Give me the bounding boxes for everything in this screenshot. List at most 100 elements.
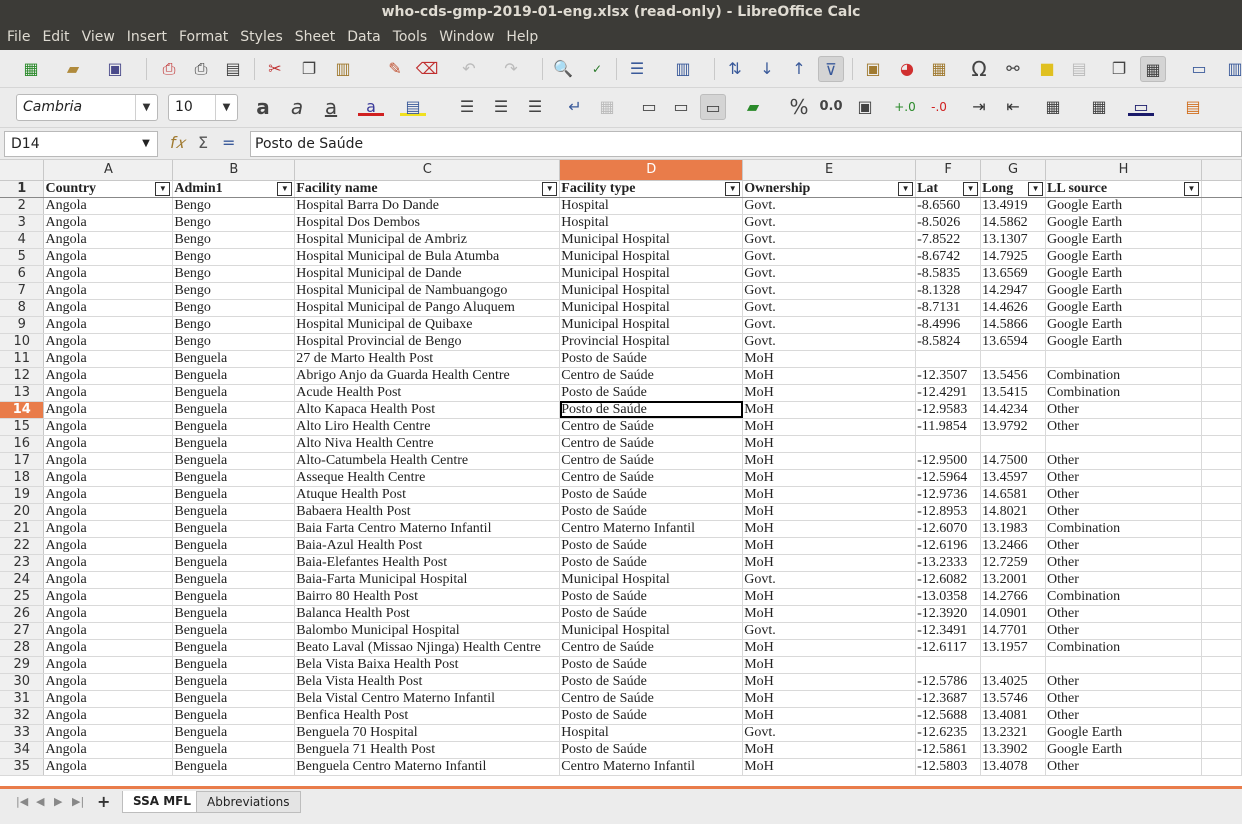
border-color-icon[interactable]: ▭ xyxy=(1128,94,1154,116)
decrease-indent-icon[interactable]: ⇤ xyxy=(1000,94,1026,120)
table-cell[interactable]: Benguela xyxy=(172,622,296,640)
table-cell[interactable]: Other xyxy=(1045,452,1202,470)
table-cell[interactable]: Angola xyxy=(43,248,174,266)
empty-cell[interactable] xyxy=(1201,690,1242,708)
table-cell[interactable]: -8.6560 xyxy=(915,197,982,215)
table-cell[interactable]: Benguela xyxy=(172,656,296,674)
table-cell[interactable]: -12.3491 xyxy=(915,622,982,640)
font-name-combo[interactable]: Cambria ▼ xyxy=(16,94,158,121)
header-cell[interactable]: Ownership ▼ xyxy=(742,180,917,198)
empty-cell[interactable] xyxy=(1201,214,1242,232)
table-cell[interactable]: Baia-Farta Municipal Hospital xyxy=(294,571,561,589)
align-right-icon[interactable]: ☰ xyxy=(522,94,548,120)
table-cell[interactable]: Benguela xyxy=(172,520,296,538)
menu-sheet[interactable]: Sheet xyxy=(288,24,340,45)
table-cell[interactable]: Centro de Saúde xyxy=(559,469,744,487)
table-cell[interactable]: Hospital xyxy=(559,197,744,215)
table-cell[interactable]: Google Earth xyxy=(1045,299,1202,317)
clear-formatting-icon[interactable]: ⌫ xyxy=(414,56,440,82)
table-cell[interactable]: Posto de Saúde xyxy=(559,486,744,504)
table-cell[interactable]: -12.9736 xyxy=(915,486,982,504)
table-cell[interactable]: -12.5964 xyxy=(915,469,982,487)
row-header[interactable]: 2 xyxy=(0,197,45,215)
table-cell[interactable]: Baia-Elefantes Health Post xyxy=(294,554,561,572)
table-cell[interactable]: -7.8522 xyxy=(915,231,982,249)
empty-cell[interactable] xyxy=(1201,571,1242,589)
row-header[interactable]: 31 xyxy=(0,690,45,708)
table-cell[interactable]: -11.9854 xyxy=(915,418,982,436)
table-cell[interactable]: Bengo xyxy=(172,214,296,232)
table-cell[interactable]: Govt. xyxy=(742,231,917,249)
table-cell[interactable]: 14.2947 xyxy=(980,282,1047,300)
delete-decimal-icon[interactable]: -.0 xyxy=(926,94,952,120)
table-cell[interactable]: Govt. xyxy=(742,622,917,640)
menu-view[interactable]: View xyxy=(75,24,120,45)
table-cell[interactable]: Other xyxy=(1045,690,1202,708)
empty-cell[interactable] xyxy=(1201,520,1242,538)
undo-icon[interactable]: ↶ xyxy=(456,56,482,82)
table-cell[interactable]: Govt. xyxy=(742,265,917,283)
open-folder-icon[interactable]: ▰ xyxy=(60,56,86,82)
table-cell[interactable]: Angola xyxy=(43,520,174,538)
table-cell[interactable]: 13.4078 xyxy=(980,758,1047,776)
bold-icon[interactable]: a xyxy=(250,94,276,120)
table-cell[interactable]: MoH xyxy=(742,673,917,691)
empty-cell[interactable] xyxy=(1201,639,1242,657)
table-cell[interactable]: 13.1307 xyxy=(980,231,1047,249)
table-cell[interactable]: Atuque Health Post xyxy=(294,486,561,504)
empty-cell[interactable] xyxy=(1201,622,1242,640)
clone-formatting-icon[interactable]: ✎ xyxy=(382,56,408,82)
table-cell[interactable]: Angola xyxy=(43,741,174,759)
table-cell[interactable]: 13.6569 xyxy=(980,265,1047,283)
table-cell[interactable]: Municipal Hospital xyxy=(559,231,744,249)
table-cell[interactable]: MoH xyxy=(742,537,917,555)
empty-cell[interactable] xyxy=(1201,469,1242,487)
empty-cell[interactable] xyxy=(1201,707,1242,725)
row-header[interactable]: 22 xyxy=(0,537,45,555)
table-cell[interactable]: Posto de Saúde xyxy=(559,673,744,691)
export-pdf-icon[interactable]: ⎙ xyxy=(156,56,182,82)
table-cell[interactable]: 14.4234 xyxy=(980,401,1047,419)
table-cell[interactable]: Bela Vista Baixa Health Post xyxy=(294,656,561,674)
empty-cell[interactable] xyxy=(1201,741,1242,759)
header-cell[interactable]: Admin1 ▼ xyxy=(172,180,296,198)
cut-icon[interactable]: ✂ xyxy=(262,56,288,82)
column-header[interactable]: H xyxy=(1045,160,1202,181)
table-cell[interactable]: Centro de Saúde xyxy=(559,690,744,708)
align-top-icon[interactable]: ▭ xyxy=(636,94,662,120)
paste-icon[interactable]: ▥ xyxy=(330,56,356,82)
table-cell[interactable] xyxy=(915,435,982,453)
table-cell[interactable]: Alto Kapaca Health Post xyxy=(294,401,561,419)
row-header[interactable]: 6 xyxy=(0,265,45,283)
table-cell[interactable]: Benguela xyxy=(172,418,296,436)
table-cell[interactable]: Posto de Saúde xyxy=(559,707,744,725)
table-cell[interactable]: Centro Materno Infantil xyxy=(559,758,744,776)
table-cell[interactable]: Other xyxy=(1045,605,1202,623)
table-cell[interactable]: Other xyxy=(1045,622,1202,640)
table-cell[interactable]: Google Earth xyxy=(1045,265,1202,283)
empty-cell[interactable] xyxy=(1201,452,1242,470)
align-bottom-icon[interactable]: ▭ xyxy=(700,94,726,120)
table-cell[interactable]: Hospital xyxy=(559,724,744,742)
table-cell[interactable]: Acude Health Post xyxy=(294,384,561,402)
menu-help[interactable]: Help xyxy=(499,24,543,45)
table-cell[interactable]: Angola xyxy=(43,435,174,453)
table-cell[interactable]: Angola xyxy=(43,690,174,708)
table-cell[interactable]: 14.7925 xyxy=(980,248,1047,266)
table-cell[interactable]: -12.9500 xyxy=(915,452,982,470)
row-header[interactable]: 5 xyxy=(0,248,45,266)
table-cell[interactable]: Municipal Hospital xyxy=(559,248,744,266)
table-cell[interactable]: Hospital Municipal de Pango Aluquem xyxy=(294,299,561,317)
underline-icon[interactable]: a xyxy=(318,94,344,120)
table-cell[interactable]: Municipal Hospital xyxy=(559,622,744,640)
table-cell[interactable]: 13.4597 xyxy=(980,469,1047,487)
increase-indent-icon[interactable]: ⇥ xyxy=(966,94,992,120)
table-cell[interactable]: 13.5415 xyxy=(980,384,1047,402)
table-cell[interactable]: 13.1957 xyxy=(980,639,1047,657)
row-icon[interactable]: ☰ xyxy=(624,56,650,82)
table-cell[interactable]: Benguela xyxy=(172,690,296,708)
table-cell[interactable]: 14.2766 xyxy=(980,588,1047,606)
table-cell[interactable]: Angola xyxy=(43,401,174,419)
table-cell[interactable]: Bela Vistal Centro Materno Infantil xyxy=(294,690,561,708)
table-cell[interactable]: MoH xyxy=(742,384,917,402)
